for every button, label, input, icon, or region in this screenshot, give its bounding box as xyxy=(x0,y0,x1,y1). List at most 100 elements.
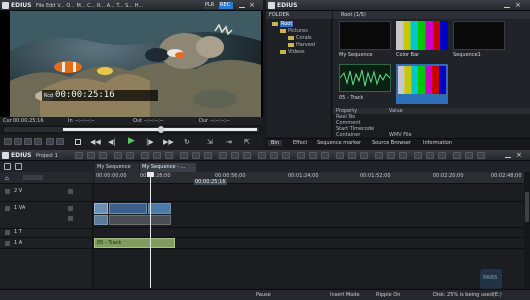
scrollbar-thumb[interactable] xyxy=(525,192,529,222)
folder-pictures[interactable]: Pictures xyxy=(280,28,308,34)
folder-corals[interactable]: Corals xyxy=(288,35,312,41)
tl-tool-11[interactable] xyxy=(204,152,212,159)
tab-source-browser[interactable]: Source Browser xyxy=(372,140,411,146)
timeline-close-icon[interactable]: × xyxy=(516,152,524,159)
tl-tool-17[interactable] xyxy=(282,152,290,159)
tl-tool-7[interactable] xyxy=(153,152,161,159)
tl-tool-18[interactable] xyxy=(297,152,305,159)
tl-tool-6[interactable] xyxy=(141,152,149,159)
clip-color-bar[interactable]: Color Bar xyxy=(396,21,448,58)
playhead[interactable] xyxy=(150,172,151,288)
minimize-icon[interactable] xyxy=(239,3,245,8)
insert-icon[interactable]: ⇥ xyxy=(226,138,232,146)
play-icon[interactable]: ▶ xyxy=(128,137,135,146)
tab-effect[interactable]: Effect xyxy=(293,140,307,146)
player-menu[interactable]: File Edit V... O... M... C... R... A... … xyxy=(36,3,186,9)
tl-tool-25[interactable] xyxy=(387,152,395,159)
tab-my-sequence[interactable]: My Sequence xyxy=(95,163,139,172)
step-forward-icon[interactable]: |▶ xyxy=(146,138,154,146)
tl-tool-5[interactable] xyxy=(126,152,134,159)
tl-tool-3[interactable] xyxy=(99,152,107,159)
sequence-settings-icon[interactable] xyxy=(4,163,11,170)
mark-button[interactable] xyxy=(46,138,54,145)
tab-my-sequence-2[interactable]: My Sequence - ... xyxy=(140,163,196,172)
bin-minimize-icon[interactable] xyxy=(504,3,510,8)
tl-tool-28[interactable] xyxy=(426,152,434,159)
clip-sequence1[interactable]: Sequence1 xyxy=(453,21,505,58)
set-in-button[interactable] xyxy=(4,138,12,145)
tl-tool-2[interactable] xyxy=(87,152,95,159)
ruler-mode-icon[interactable] xyxy=(23,175,43,180)
tl-tool-22[interactable] xyxy=(348,152,356,159)
video-clip-3[interactable] xyxy=(148,203,171,214)
tl-tool-29[interactable] xyxy=(438,152,446,159)
clip-05-track[interactable]: 05 - Track xyxy=(339,64,391,104)
rec-mode-button[interactable]: REC xyxy=(219,2,233,9)
tab-information[interactable]: Information xyxy=(423,140,452,146)
tab-bin[interactable]: Bin xyxy=(268,140,282,146)
tl-tool-31[interactable] xyxy=(465,152,473,159)
scrub-handle[interactable] xyxy=(158,126,164,133)
tl-tool-16[interactable] xyxy=(270,152,278,159)
playhead-handle[interactable] xyxy=(147,172,154,177)
track-visibility-icon[interactable] xyxy=(68,189,73,194)
track-lane-1t[interactable] xyxy=(94,228,524,238)
track-lane-2v[interactable] xyxy=(94,186,524,202)
track-audio-icon[interactable] xyxy=(68,216,73,221)
track-lock-icon[interactable]: ⌂ xyxy=(5,175,9,182)
tl-tool-4[interactable] xyxy=(114,152,122,159)
folder-videos[interactable]: Videos xyxy=(280,49,305,55)
tl-tool-10[interactable] xyxy=(192,152,200,159)
track-toggle-icon[interactable] xyxy=(5,189,10,194)
tl-tool-32[interactable] xyxy=(477,152,485,159)
tl-tool-12[interactable] xyxy=(219,152,227,159)
track-lane-1a[interactable]: 05 - Track xyxy=(94,238,524,249)
audio-clip-b[interactable] xyxy=(109,215,171,225)
tl-tool-8[interactable] xyxy=(165,152,173,159)
clip-colorbar-2[interactable] xyxy=(396,64,448,104)
audio-clip-a[interactable] xyxy=(94,215,108,225)
step-back-icon[interactable]: ◀| xyxy=(108,138,116,146)
export-icon[interactable]: ⇱ xyxy=(244,138,250,146)
tl-tool-15[interactable] xyxy=(258,152,266,159)
tl-tool-27[interactable] xyxy=(414,152,422,159)
track-1a[interactable]: 1 A xyxy=(0,238,93,249)
track-toggle-icon[interactable] xyxy=(5,241,10,246)
clip-my-sequence[interactable]: My Sequence xyxy=(339,21,391,58)
track-visibility-icon[interactable] xyxy=(68,206,73,211)
scrub-bar[interactable] xyxy=(3,126,260,133)
plr-mode-button[interactable]: PLR xyxy=(204,2,218,9)
track-2v[interactable]: 2 V xyxy=(0,186,93,202)
stop-icon[interactable] xyxy=(75,139,81,145)
bin-close-icon[interactable]: × xyxy=(515,2,523,9)
audio-track-clip[interactable]: 05 - Track xyxy=(94,238,175,248)
tl-tool-20[interactable] xyxy=(321,152,329,159)
time-ruler[interactable]: 00:00:00;00 00:00:28;00 00:00:56;00 00:0… xyxy=(94,172,524,185)
tl-tool-23[interactable] xyxy=(360,152,368,159)
track-toggle-icon[interactable] xyxy=(5,206,10,211)
track-lane-1va[interactable] xyxy=(94,203,524,228)
track-1va[interactable]: 1 VA xyxy=(0,203,93,229)
tl-tool-30[interactable] xyxy=(453,152,461,159)
preview-video[interactable] xyxy=(10,11,261,117)
go-in-button[interactable] xyxy=(24,138,32,145)
clear-button[interactable] xyxy=(56,138,64,145)
tl-tool-14[interactable] xyxy=(243,152,251,159)
timeline-area[interactable]: 00:00:00;00 00:00:28;00 00:00:56;00 00:0… xyxy=(94,172,524,288)
timeline-scrollbar[interactable] xyxy=(524,172,530,288)
track-1t[interactable]: 1 T xyxy=(0,228,93,238)
timeline-minimize-icon[interactable] xyxy=(505,153,511,158)
rewind-icon[interactable]: ◀◀ xyxy=(90,138,101,146)
tl-tool-9[interactable] xyxy=(180,152,188,159)
set-out-button[interactable] xyxy=(14,138,22,145)
tab-sequence-marker[interactable]: Sequence marker xyxy=(317,140,361,146)
tl-tool-21[interactable] xyxy=(336,152,344,159)
close-icon[interactable]: × xyxy=(249,2,257,9)
tl-tool-19[interactable] xyxy=(309,152,317,159)
tl-tool-24[interactable] xyxy=(375,152,383,159)
tl-tool-1[interactable] xyxy=(75,152,83,159)
folder-harvest[interactable]: Harvest xyxy=(288,42,315,48)
sequence-add-icon[interactable] xyxy=(15,163,22,170)
folder-root[interactable]: Root xyxy=(272,21,294,27)
video-clip-2[interactable] xyxy=(109,203,147,214)
